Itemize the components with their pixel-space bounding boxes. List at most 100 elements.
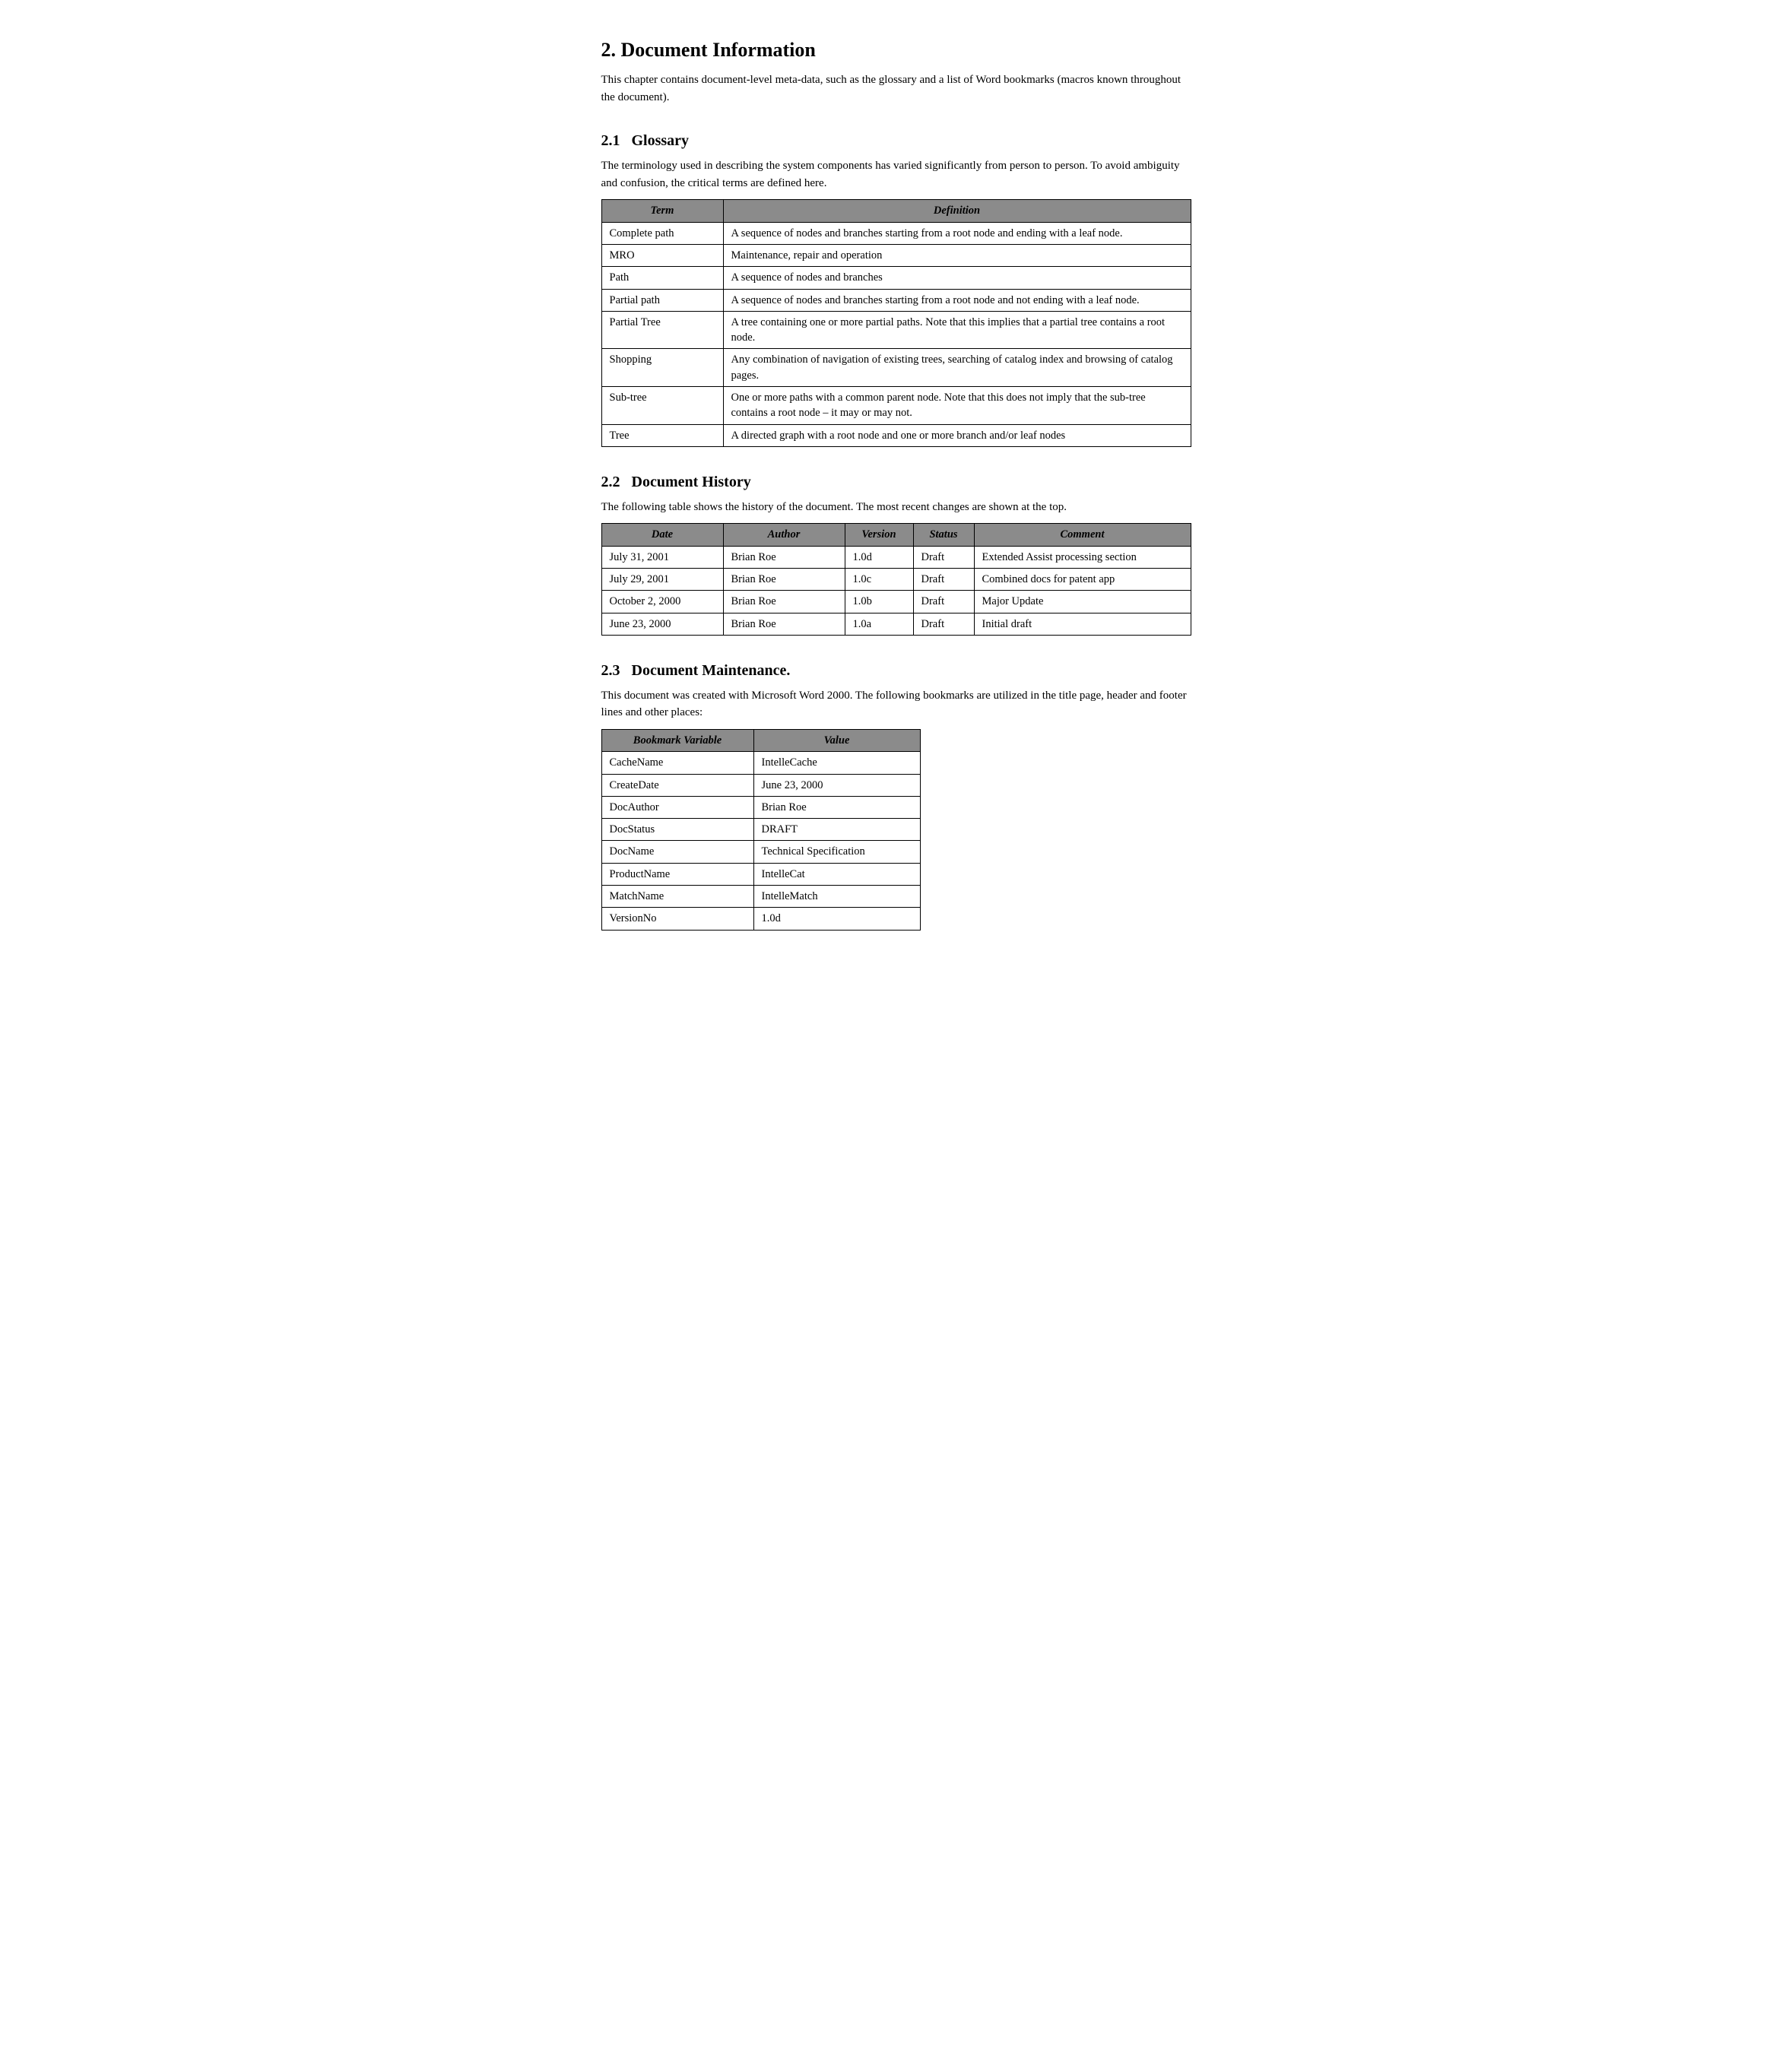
glossary-term: Partial Tree xyxy=(601,311,723,349)
section-title-text: Document Information xyxy=(621,39,816,61)
history-col-date: Date xyxy=(601,524,723,546)
glossary-definition: Any combination of navigation of existin… xyxy=(723,349,1191,387)
glossary-row: PathA sequence of nodes and branches xyxy=(601,267,1191,289)
bookmark-col-value: Value xyxy=(753,729,920,751)
glossary-definition: One or more paths with a common parent n… xyxy=(723,387,1191,425)
glossary-row: Sub-treeOne or more paths with a common … xyxy=(601,387,1191,425)
glossary-term: Shopping xyxy=(601,349,723,387)
history-cell-comment: Major Update xyxy=(974,591,1191,613)
bookmark-variable: CacheName xyxy=(601,752,753,774)
glossary-term: Complete path xyxy=(601,222,723,244)
history-row: July 29, 2001Brian Roe1.0cDraftCombined … xyxy=(601,569,1191,591)
history-row: June 23, 2000Brian Roe1.0aDraftInitial d… xyxy=(601,613,1191,635)
bookmark-variable: DocAuthor xyxy=(601,796,753,818)
bookmark-variable: DocName xyxy=(601,841,753,863)
history-cell-status: Draft xyxy=(913,591,974,613)
glossary-term: MRO xyxy=(601,244,723,266)
glossary-col-term: Term xyxy=(601,200,723,222)
history-table: Date Author Version Status Comment July … xyxy=(601,523,1191,635)
history-cell-version: 1.0d xyxy=(845,546,913,568)
glossary-term: Partial path xyxy=(601,289,723,311)
history-cell-version: 1.0a xyxy=(845,613,913,635)
history-row: July 31, 2001Brian Roe1.0dDraftExtended … xyxy=(601,546,1191,568)
bookmark-variable: DocStatus xyxy=(601,819,753,841)
bookmark-variable: ProductName xyxy=(601,863,753,885)
history-cell-date: July 31, 2001 xyxy=(601,546,723,568)
bookmark-row: MatchNameIntelleMatch xyxy=(601,886,920,908)
bookmark-value: June 23, 2000 xyxy=(753,774,920,796)
bookmark-value: IntelleCat xyxy=(753,863,920,885)
section-intro: This chapter contains document-level met… xyxy=(601,71,1191,106)
bookmark-row: DocAuthorBrian Roe xyxy=(601,796,920,818)
history-intro: The following table shows the history of… xyxy=(601,499,1191,516)
glossary-term: Tree xyxy=(601,424,723,446)
glossary-table: Term Definition Complete pathA sequence … xyxy=(601,199,1191,447)
bookmark-row: DocNameTechnical Specification xyxy=(601,841,920,863)
bookmark-value: Brian Roe xyxy=(753,796,920,818)
bookmark-header-row: Bookmark Variable Value xyxy=(601,729,920,751)
subsection-2-3-label: Document Maintenance. xyxy=(632,662,791,679)
bookmark-row: CacheNameIntelleCache xyxy=(601,752,920,774)
subsection-2-3-title: 2.3 Document Maintenance. xyxy=(601,660,1191,681)
glossary-row: TreeA directed graph with a root node an… xyxy=(601,424,1191,446)
glossary-term: Path xyxy=(601,267,723,289)
history-cell-comment: Initial draft xyxy=(974,613,1191,635)
history-cell-status: Draft xyxy=(913,546,974,568)
glossary-header-row: Term Definition xyxy=(601,200,1191,222)
subsection-2-1-label: Glossary xyxy=(632,132,690,149)
history-cell-author: Brian Roe xyxy=(723,546,845,568)
bookmark-row: ProductNameIntelleCat xyxy=(601,863,920,885)
history-cell-date: June 23, 2000 xyxy=(601,613,723,635)
glossary-definition: A directed graph with a root node and on… xyxy=(723,424,1191,446)
history-cell-author: Brian Roe xyxy=(723,591,845,613)
section-number: 2. xyxy=(601,39,617,61)
bookmark-value: DRAFT xyxy=(753,819,920,841)
glossary-col-definition: Definition xyxy=(723,200,1191,222)
subsection-2-2-label: Document History xyxy=(632,474,751,490)
maintenance-intro: This document was created with Microsoft… xyxy=(601,687,1191,721)
bookmark-value: 1.0d xyxy=(753,908,920,930)
glossary-term: Sub-tree xyxy=(601,387,723,425)
history-col-comment: Comment xyxy=(974,524,1191,546)
glossary-intro: The terminology used in describing the s… xyxy=(601,157,1191,192)
bookmark-row: DocStatusDRAFT xyxy=(601,819,920,841)
history-cell-version: 1.0c xyxy=(845,569,913,591)
subsection-2-1-number: 2.1 xyxy=(601,132,620,149)
glossary-row: Complete pathA sequence of nodes and bra… xyxy=(601,222,1191,244)
history-cell-comment: Combined docs for patent app xyxy=(974,569,1191,591)
history-cell-author: Brian Roe xyxy=(723,613,845,635)
glossary-row: ShoppingAny combination of navigation of… xyxy=(601,349,1191,387)
history-cell-version: 1.0b xyxy=(845,591,913,613)
history-header-row: Date Author Version Status Comment xyxy=(601,524,1191,546)
bookmark-variable: CreateDate xyxy=(601,774,753,796)
history-col-status: Status xyxy=(913,524,974,546)
bookmark-row: VersionNo1.0d xyxy=(601,908,920,930)
history-cell-author: Brian Roe xyxy=(723,569,845,591)
history-row: October 2, 2000Brian Roe1.0bDraftMajor U… xyxy=(601,591,1191,613)
bookmark-value: IntelleCache xyxy=(753,752,920,774)
glossary-definition: Maintenance, repair and operation xyxy=(723,244,1191,266)
bookmark-value: IntelleMatch xyxy=(753,886,920,908)
glossary-row: MROMaintenance, repair and operation xyxy=(601,244,1191,266)
bookmark-variable: MatchName xyxy=(601,886,753,908)
history-cell-date: October 2, 2000 xyxy=(601,591,723,613)
bookmark-value: Technical Specification xyxy=(753,841,920,863)
bookmark-table: Bookmark Variable Value CacheNameIntelle… xyxy=(601,729,921,931)
history-col-version: Version xyxy=(845,524,913,546)
bookmark-col-variable: Bookmark Variable xyxy=(601,729,753,751)
history-col-author: Author xyxy=(723,524,845,546)
bookmark-row: CreateDateJune 23, 2000 xyxy=(601,774,920,796)
history-cell-status: Draft xyxy=(913,613,974,635)
glossary-definition: A sequence of nodes and branches startin… xyxy=(723,222,1191,244)
glossary-definition: A sequence of nodes and branches startin… xyxy=(723,289,1191,311)
subsection-2-1-title: 2.1 Glossary xyxy=(601,130,1191,151)
glossary-definition: A tree containing one or more partial pa… xyxy=(723,311,1191,349)
history-cell-comment: Extended Assist processing section xyxy=(974,546,1191,568)
glossary-definition: A sequence of nodes and branches xyxy=(723,267,1191,289)
history-cell-date: July 29, 2001 xyxy=(601,569,723,591)
glossary-row: Partial pathA sequence of nodes and bran… xyxy=(601,289,1191,311)
bookmark-variable: VersionNo xyxy=(601,908,753,930)
history-cell-status: Draft xyxy=(913,569,974,591)
section-2-title: 2. Document Information xyxy=(601,36,1191,64)
subsection-2-2-title: 2.2 Document History xyxy=(601,471,1191,493)
